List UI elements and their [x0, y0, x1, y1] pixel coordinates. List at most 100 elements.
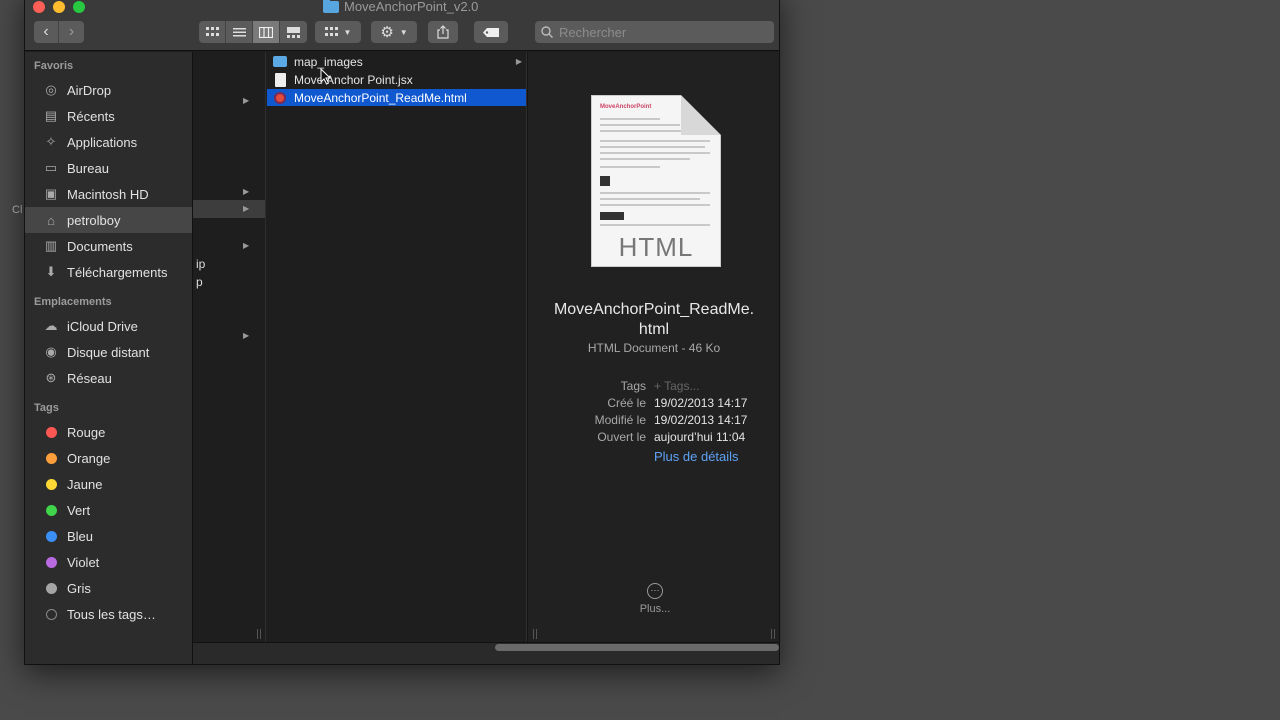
maximize-window-button[interactable] — [73, 1, 85, 13]
preview-file-name-line2: html — [638, 321, 670, 338]
desktop-edge-text: Cl — [12, 204, 23, 216]
parent-column-item-text[interactable]: ip — [196, 257, 205, 271]
sidebar-tag-yellow[interactable]: Jaune — [25, 471, 192, 497]
file-name: Move Anchor Point.jsx — [294, 72, 413, 87]
search-field[interactable] — [535, 21, 774, 43]
sidebar-item-label: Documents — [67, 238, 133, 254]
group-icon — [324, 26, 338, 36]
chevron-down-icon: ▼ — [343, 27, 352, 37]
sidebar-item-macintosh-hd[interactable]: ▣ Macintosh HD — [25, 181, 192, 207]
sidebar-section-locations: Emplacements — [34, 296, 112, 308]
preview-pane: MoveAnchorPoint HTML MoveAnchorPoint_Rea… — [527, 52, 779, 642]
folder-icon — [323, 0, 339, 13]
forward-button[interactable]: › — [59, 21, 84, 43]
sidebar-item-label: Tous les tags… — [67, 606, 156, 622]
tag-icon — [483, 27, 499, 37]
more-details-link[interactable]: Plus de détails — [654, 449, 739, 464]
sidebar-item-downloads[interactable]: ⬇ Téléchargements — [25, 259, 192, 285]
column-resize-handle[interactable] — [533, 629, 537, 639]
opened-label: Ouvert le — [597, 430, 646, 444]
search-input[interactable] — [559, 24, 759, 40]
minimize-window-button[interactable] — [53, 1, 65, 13]
sidebar-item-documents[interactable]: ▥ Documents — [25, 233, 192, 259]
disc-icon: ◉ — [45, 344, 57, 359]
sidebar-item-airdrop[interactable]: ◎ AirDrop — [25, 77, 192, 103]
parent-column-selected-row[interactable]: ▶ — [193, 200, 265, 218]
column-view-button[interactable] — [253, 21, 280, 43]
more-button[interactable]: ··· Plus... — [631, 583, 679, 615]
sidebar-item-home[interactable]: ⌂ petrolboy — [25, 207, 192, 233]
finder-window: MoveAnchorPoint_v2.0 ‹ › ▼ ⚙ ▼ Recherche… — [24, 0, 780, 665]
list-icon — [232, 27, 246, 36]
tags-label: Tags — [620, 379, 646, 393]
group-by-button[interactable]: ▼ — [315, 21, 361, 43]
file-name: MoveAnchorPoint_ReadMe.html — [294, 90, 467, 105]
sidebar-tag-purple[interactable]: Violet — [25, 549, 192, 575]
file-column: map_images ▶ Move Anchor Point.jsx MoveA… — [266, 52, 527, 642]
sidebar-tag-all[interactable]: Tous les tags… — [25, 601, 192, 627]
sidebar-item-applications[interactable]: ✧ Applications — [25, 129, 192, 155]
sidebar-item-label: Disque distant — [67, 344, 150, 360]
column-resize-handle[interactable] — [771, 629, 775, 639]
chevron-down-icon: ▼ — [399, 27, 408, 37]
sidebar-section-favorites: Favoris — [34, 60, 74, 72]
airdrop-icon: ◎ — [45, 82, 57, 97]
sidebar-item-recents[interactable]: ▤ Récents — [25, 103, 192, 129]
sidebar-item-icloud-drive[interactable]: ☁ iCloud Drive — [25, 313, 192, 339]
disclosure-arrow-icon: ▶ — [243, 331, 250, 340]
preview-kind-size: HTML Document - 46 Ko — [587, 341, 721, 355]
edit-tags-button[interactable] — [474, 21, 508, 43]
sidebar-tag-blue[interactable]: Bleu — [25, 523, 192, 549]
view-mode-control — [199, 21, 307, 43]
sidebar-tag-gray[interactable]: Gris — [25, 575, 192, 601]
preview-file-name-line1: MoveAnchorPoint_ReadMe. — [553, 301, 755, 318]
action-menu-button[interactable]: ⚙ ▼ — [371, 21, 417, 43]
applications-icon: ✧ — [45, 134, 57, 149]
sidebar-item-label: Vert — [67, 502, 91, 518]
share-icon — [437, 25, 449, 39]
back-button[interactable]: ‹ — [34, 21, 59, 43]
sidebar-item-label: petrolboy — [67, 212, 121, 228]
sidebar-item-label: Macintosh HD — [67, 186, 149, 202]
more-button-label: Plus... — [639, 603, 671, 615]
file-row-map-images[interactable]: map_images ▶ — [267, 53, 526, 70]
list-view-button[interactable] — [226, 21, 253, 43]
sidebar-item-label: Bureau — [67, 160, 109, 176]
sidebar-item-desktop[interactable]: ▭ Bureau — [25, 155, 192, 181]
preview-file-name: MoveAnchorPoint_ReadMe. html — [528, 300, 779, 340]
sidebar-item-label: AirDrop — [67, 82, 112, 98]
gallery-view-button[interactable] — [280, 21, 307, 43]
sidebar-tag-red[interactable]: Rouge — [25, 419, 192, 445]
file-row-readme-html[interactable]: MoveAnchorPoint_ReadMe.html — [267, 89, 526, 106]
thumbnail-brand: MoveAnchorPoint — [600, 104, 652, 110]
close-window-button[interactable] — [33, 1, 45, 13]
sidebar-tag-green[interactable]: Vert — [25, 497, 192, 523]
column-resize-handle[interactable] — [257, 629, 261, 639]
titlebar: MoveAnchorPoint_v2.0 ‹ › ▼ ⚙ ▼ Recherche… — [25, 0, 779, 51]
tag-color-dot — [46, 426, 57, 438]
parent-column: ▶ ▶ ▶ ▶ ip p ▶ — [193, 52, 266, 642]
desktop-icon: ▭ — [44, 160, 58, 175]
icon-view-button[interactable] — [199, 21, 226, 43]
modified-label: Modifié le — [594, 413, 646, 427]
sidebar: Favoris ◎ AirDrop ▤ Récents ✧ Applicatio… — [25, 52, 193, 664]
script-file-icon — [275, 72, 286, 87]
horizontal-scrollbar[interactable] — [495, 644, 779, 651]
folder-icon — [273, 56, 287, 67]
sidebar-item-label: Applications — [67, 134, 138, 150]
disclosure-arrow-icon: ▶ — [243, 187, 250, 196]
gear-icon: ⚙ — [380, 24, 394, 41]
tags-input[interactable]: + Tags... — [654, 379, 699, 393]
search-icon — [541, 26, 553, 38]
ellipsis-icon: ··· — [647, 583, 663, 599]
sidebar-tag-orange[interactable]: Orange — [25, 445, 192, 471]
disclosure-arrow-icon: ▶ — [243, 96, 250, 105]
sidebar-item-remote-disc[interactable]: ◉ Disque distant — [25, 339, 192, 365]
file-row-jsx[interactable]: Move Anchor Point.jsx — [267, 71, 526, 88]
downloads-icon: ⬇ — [45, 264, 57, 279]
documents-icon: ▥ — [44, 238, 58, 253]
parent-column-item-text[interactable]: p — [196, 275, 203, 289]
grid-icon — [205, 26, 219, 36]
share-button[interactable] — [428, 21, 458, 43]
sidebar-item-network[interactable]: ⊛ Réseau — [25, 365, 192, 391]
